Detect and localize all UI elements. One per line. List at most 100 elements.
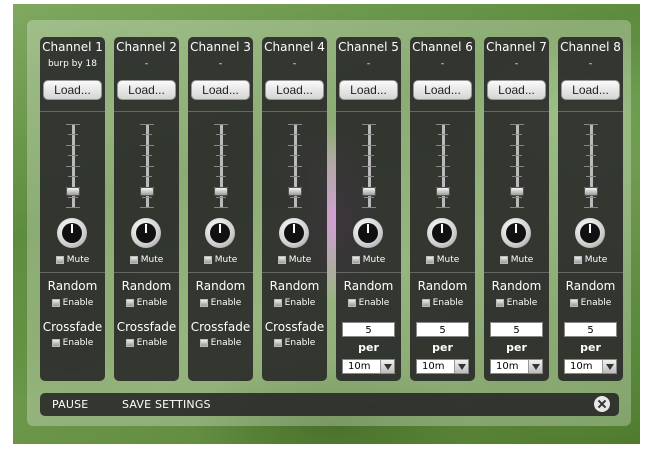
checkbox-icon[interactable] <box>495 298 504 307</box>
mute-checkbox[interactable]: Mute <box>188 255 253 265</box>
load-button[interactable]: Load... <box>265 80 324 100</box>
pan-knob[interactable] <box>57 218 87 248</box>
random-enable-checkbox[interactable]: Enable <box>558 298 623 308</box>
checkbox-icon[interactable] <box>347 298 356 307</box>
slider-thumb[interactable] <box>362 187 376 196</box>
mute-checkbox[interactable]: Mute <box>40 255 105 265</box>
checkbox-icon[interactable] <box>425 255 434 264</box>
checkbox-icon[interactable] <box>125 338 134 347</box>
pan-knob[interactable] <box>575 218 605 248</box>
period-select[interactable]: 10m <box>564 359 617 374</box>
random-enable-checkbox[interactable]: Enable <box>336 298 401 308</box>
checkbox-icon[interactable] <box>199 338 208 347</box>
channel-file-name: - <box>292 59 297 69</box>
mute-label: Mute <box>362 255 386 265</box>
checkbox-icon[interactable] <box>351 255 360 264</box>
checkbox-icon[interactable] <box>273 338 282 347</box>
load-button[interactable]: Load... <box>339 80 398 100</box>
load-button[interactable]: Load... <box>191 80 250 100</box>
slider-thumb[interactable] <box>140 187 154 196</box>
volume-slider[interactable] <box>137 124 157 208</box>
checkbox-icon[interactable] <box>569 298 578 307</box>
random-enable-checkbox[interactable]: Enable <box>484 298 549 308</box>
mute-checkbox[interactable]: Mute <box>558 255 623 265</box>
volume-slider[interactable] <box>433 124 453 208</box>
random-enable-checkbox[interactable]: Enable <box>114 298 179 308</box>
slider-tick <box>364 176 374 177</box>
volume-slider[interactable] <box>507 124 527 208</box>
slider-thumb[interactable] <box>584 187 598 196</box>
checkbox-icon[interactable] <box>277 255 286 264</box>
period-select[interactable]: 10m <box>416 359 469 374</box>
period-select[interactable]: 10m <box>342 359 395 374</box>
random-enable-checkbox[interactable]: Enable <box>40 298 105 308</box>
channel-title: Channel 1 <box>42 40 103 54</box>
pan-knob[interactable] <box>131 218 161 248</box>
pause-button[interactable]: PAUSE <box>52 398 88 411</box>
volume-slider[interactable] <box>63 124 83 208</box>
checkbox-icon[interactable] <box>421 298 430 307</box>
volume-slider[interactable] <box>581 124 601 208</box>
slider-thumb[interactable] <box>288 187 302 196</box>
checkbox-icon[interactable] <box>51 298 60 307</box>
checkbox-icon[interactable] <box>51 338 60 347</box>
checkbox-icon[interactable] <box>203 255 212 264</box>
load-button[interactable]: Load... <box>43 80 102 100</box>
load-button[interactable]: Load... <box>413 80 472 100</box>
mute-checkbox[interactable]: Mute <box>262 255 327 265</box>
select-button[interactable] <box>380 360 394 373</box>
random-enable-checkbox[interactable]: Enable <box>262 298 327 308</box>
close-icon[interactable] <box>594 396 610 412</box>
slider-tick <box>290 176 300 177</box>
count-input[interactable]: 5 <box>342 322 395 337</box>
volume-slider[interactable] <box>285 124 305 208</box>
divider <box>262 272 327 273</box>
mute-checkbox[interactable]: Mute <box>114 255 179 265</box>
mute-checkbox[interactable]: Mute <box>336 255 401 265</box>
random-enable-label: Enable <box>580 298 612 308</box>
slider-tick <box>362 145 376 146</box>
checkbox-icon[interactable] <box>573 255 582 264</box>
period-select[interactable]: 10m <box>490 359 543 374</box>
load-button[interactable]: Load... <box>561 80 620 100</box>
crossfade-enable-checkbox[interactable]: Enable <box>262 338 327 348</box>
slider-thumb[interactable] <box>436 187 450 196</box>
count-input[interactable]: 5 <box>564 322 617 337</box>
pan-knob[interactable] <box>501 218 531 248</box>
count-input[interactable]: 5 <box>490 322 543 337</box>
channel-file-name: - <box>514 59 519 69</box>
select-button[interactable] <box>602 360 616 373</box>
mute-checkbox[interactable]: Mute <box>410 255 475 265</box>
crossfade-enable-checkbox[interactable]: Enable <box>188 338 253 348</box>
load-button[interactable]: Load... <box>117 80 176 100</box>
pan-knob[interactable] <box>353 218 383 248</box>
channel-title: Channel 3 <box>190 40 251 54</box>
crossfade-enable-checkbox[interactable]: Enable <box>40 338 105 348</box>
checkbox-icon[interactable] <box>125 298 134 307</box>
save-settings-button[interactable]: SAVE SETTINGS <box>122 398 211 411</box>
pan-knob[interactable] <box>205 218 235 248</box>
slider-tick <box>288 207 302 208</box>
volume-slider[interactable] <box>359 124 379 208</box>
random-enable-checkbox[interactable]: Enable <box>188 298 253 308</box>
slider-thumb[interactable] <box>510 187 524 196</box>
checkbox-icon[interactable] <box>55 255 64 264</box>
load-button[interactable]: Load... <box>487 80 546 100</box>
pan-knob[interactable] <box>427 218 457 248</box>
mute-checkbox[interactable]: Mute <box>484 255 549 265</box>
slider-tick <box>586 197 596 198</box>
random-enable-checkbox[interactable]: Enable <box>410 298 475 308</box>
count-input[interactable]: 5 <box>416 322 469 337</box>
slider-thumb[interactable] <box>214 187 228 196</box>
pan-knob[interactable] <box>279 218 309 248</box>
divider <box>484 272 549 273</box>
checkbox-icon[interactable] <box>199 298 208 307</box>
select-button[interactable] <box>528 360 542 373</box>
checkbox-icon[interactable] <box>499 255 508 264</box>
slider-thumb[interactable] <box>66 187 80 196</box>
select-button[interactable] <box>454 360 468 373</box>
crossfade-enable-checkbox[interactable]: Enable <box>114 338 179 348</box>
checkbox-icon[interactable] <box>273 298 282 307</box>
checkbox-icon[interactable] <box>129 255 138 264</box>
volume-slider[interactable] <box>211 124 231 208</box>
